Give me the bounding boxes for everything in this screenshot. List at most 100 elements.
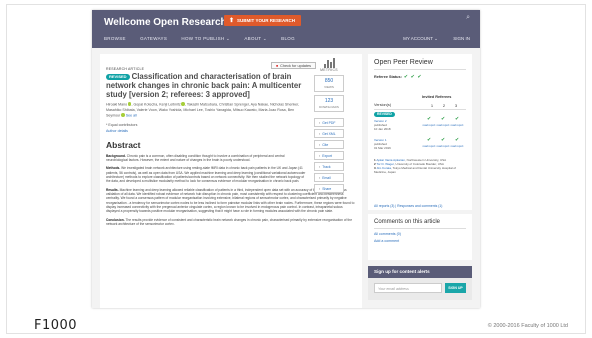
read-report-link[interactable]: read report [436,145,450,148]
upload-icon: ⬆ [229,18,235,24]
article-title: REVISED Classification and characterisati… [106,72,302,99]
read-report-link[interactable]: read report [450,145,464,148]
all-reports-link[interactable]: All reports (3) [374,204,394,208]
author[interactable]: Nicholas Shenker [270,103,298,107]
version-1-date: 01 Mar 2016 [374,146,391,150]
version-2-approvals: ✔ ✔ ✔ [422,117,464,122]
views-count: 850 [324,78,334,84]
site-header: Wellcome Open Research ⬆ SUBMIT YOUR RESE… [92,10,480,48]
alerts-heading: Sign up for content alerts [368,266,472,278]
referee-status-label: Referee Status: [374,75,402,79]
open-peer-review-panel: Open Peer Review Referee Status: ✔ ✔ ✔ In… [368,54,472,210]
approved-check-icons: ✔ ✔ ✔ [403,74,423,80]
email-field[interactable]: Your email address [374,283,442,293]
orcid-icon[interactable] [120,113,125,117]
referee-item: 3 Jiro Kurata, Tokyo Medical and Dental … [374,166,457,175]
version-2-entry: Version 2 published 10 Jan 2018 [374,119,404,131]
add-comment-link[interactable]: Add a comment [374,239,466,243]
nav-how-to-publish[interactable]: HOW TO PUBLISH ⌄ [181,36,230,41]
version-1-reports: read reportread reportread report [422,145,464,148]
approved-check-icon: ✔ [440,138,446,143]
version-2-date: 10 Jan 2018 [374,127,391,131]
invited-referees-heading: Invited Referees [422,95,452,99]
referee-status: Referee Status: ✔ ✔ ✔ [374,74,466,80]
author[interactable]: Maria Joao Rosa [259,108,286,112]
divider [374,69,466,70]
copyright-text: © 2000-2016 Faculty of 1000 Ltd [487,323,568,329]
my-account-menu[interactable]: MY ACCOUNT ⌄ [403,36,438,41]
cite-button[interactable]: Cite [314,140,344,149]
submit-research-button[interactable]: ⬆ SUBMIT YOUR RESEARCH [224,15,301,26]
downloads-count: 123 [324,98,334,104]
metrics-label: METRICS [320,68,338,72]
author[interactable]: Gopal Kotecha [133,103,157,107]
email-button[interactable]: Email [314,173,344,182]
author[interactable]: Mitsuo Kawato [233,108,257,112]
comments-panel: Comments on this article All comments (0… [368,214,472,260]
check-updates-button[interactable]: Check for updates [271,62,316,69]
author[interactable]: Wako Yoshida [159,108,182,112]
approved-check-icon: ✔ [454,117,460,122]
views-counter[interactable]: 850 VIEWS [314,75,344,92]
author[interactable]: Toshio Yanagida [205,108,231,112]
brand-logo[interactable]: Wellcome Open Research [104,17,227,28]
author[interactable]: Masahiko Shibata [106,108,135,112]
referee-numbers: 1 2 3 [426,103,462,108]
conclusion-text: The results provide evidence of consiste… [106,217,353,227]
comments-heading: Comments on this article [374,219,441,225]
sign-in-link[interactable]: SIGN IN [453,36,470,41]
abstract-conclusion: Conclusion. The results provide evidence… [106,218,356,227]
author-list: Hiroaki Mano, Gopal Kotecha, Kenji Leibn… [106,102,300,118]
report-links: All reports (3) | Responses and comments… [374,204,443,208]
read-report-link[interactable]: read report [450,124,464,127]
version-1-approvals: ✔ ✔ ✔ [422,138,464,143]
read-report-link[interactable]: read report [422,145,436,148]
referee-number: 2 [442,103,446,108]
see-all-authors-link[interactable]: See all [126,113,137,117]
abstract-methods: Methods. We investigated brain network a… [106,166,306,183]
right-sidebar: Open Peer Review Referee Status: ✔ ✔ ✔ In… [368,54,472,300]
version-1-entry: Version 1 published 01 Mar 2016 [374,138,404,150]
alerts-form: Your email address SIGN UP [368,278,472,300]
orcid-icon[interactable] [127,102,132,107]
main-nav: BROWSE GATEWAYS HOW TO PUBLISH ⌄ ABOUT ⌄… [104,36,308,42]
divider [374,109,466,110]
webpage-screenshot: Wellcome Open Research ⬆ SUBMIT YOUR RESE… [92,10,480,308]
author[interactable]: Kenji Leibnitz [159,103,180,107]
export-button[interactable]: Export [314,151,344,160]
title-text: Classification and characterisation of b… [106,72,302,99]
abstract-background: Background. Chronic pain is a common, of… [106,154,306,163]
author[interactable]: Aya Nakae [251,103,269,107]
author[interactable]: Christian Sprenger [219,103,249,107]
nav-browse[interactable]: BROWSE [104,36,126,41]
get-pdf-button[interactable]: Get PDF [314,118,344,127]
read-report-link[interactable]: read report [422,124,436,127]
track-button[interactable]: Track [314,162,344,171]
revised-badge: REVISED [106,74,130,80]
approved-check-icon: ✔ [426,138,432,143]
get-xml-button[interactable]: Get XML [314,129,344,138]
nav-about[interactable]: ABOUT ⌄ [244,36,267,41]
author[interactable]: Takashi Matsubara [187,103,217,107]
views-label: VIEWS [324,85,334,89]
approved-check-icon: ✔ [454,138,460,143]
search-icon[interactable]: ⌕ [466,14,470,22]
sign-up-button[interactable]: SIGN UP [445,283,466,293]
bar-chart-icon [312,54,346,68]
nav-blog[interactable]: BLOG [281,36,295,41]
nav-gateways[interactable]: GATEWAYS [140,36,167,41]
author[interactable]: Valerie Voon [137,108,157,112]
share-button[interactable]: Share [314,184,344,193]
referee-list: 1 Apkar Vania Apkarian, Northwestern Uni… [374,158,466,174]
author[interactable]: Hiroaki Mano [106,103,127,107]
orcid-icon[interactable] [181,102,185,107]
responses-link[interactable]: Responses and comments (1) [397,204,442,208]
approved-check-icon: ✔ [440,117,446,122]
downloads-counter[interactable]: 123 DOWNLOADS [314,95,344,112]
all-comments-link[interactable]: All comments (0) [374,232,466,236]
read-report-link[interactable]: read report [436,124,450,127]
versions-label: Version(s) [374,103,392,107]
submit-label: SUBMIT YOUR RESEARCH [237,18,295,23]
author[interactable]: Michael Lee [183,108,202,112]
divider [374,228,466,229]
